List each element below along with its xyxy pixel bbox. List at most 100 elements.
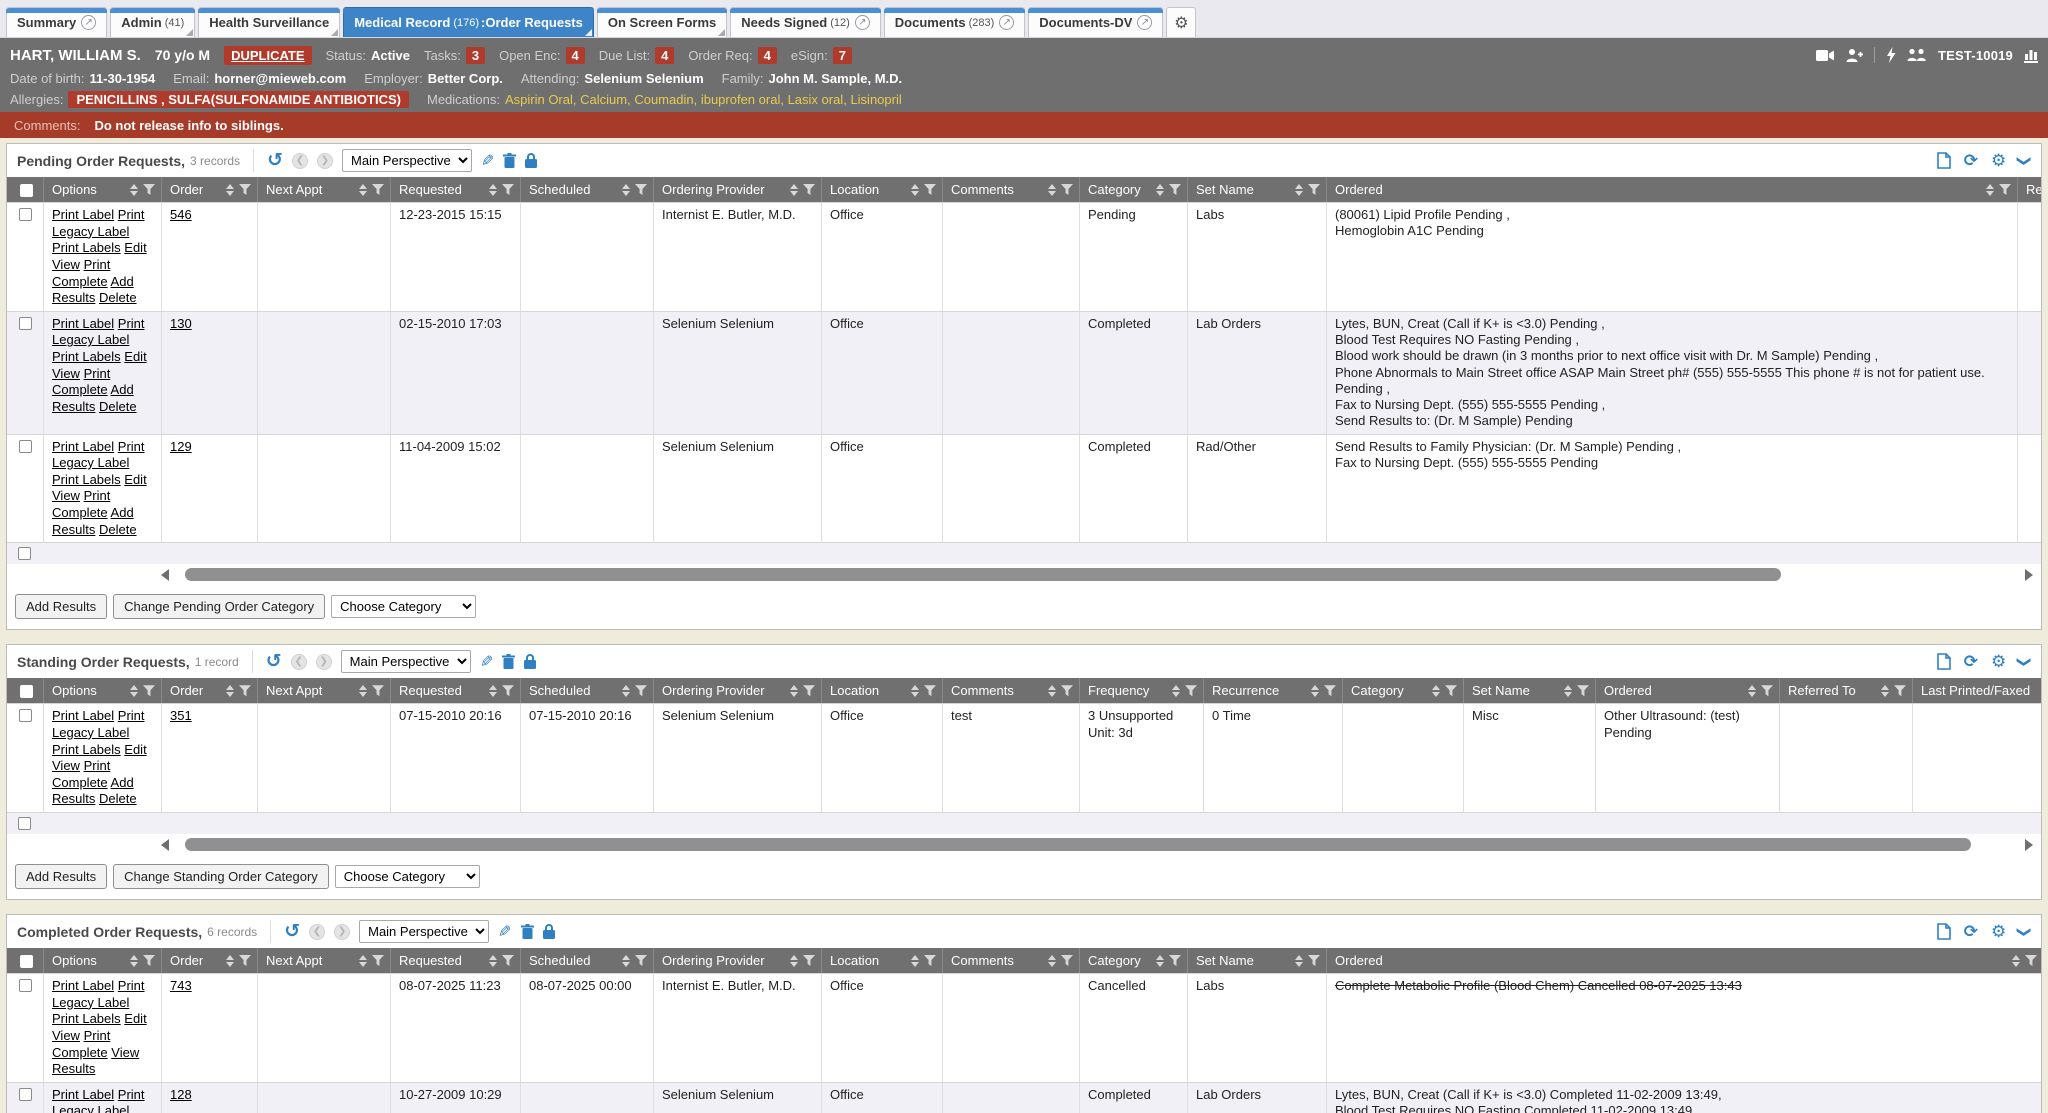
chart-icon[interactable] <box>2024 48 2038 63</box>
sort-icon[interactable] <box>1048 184 1056 196</box>
filter-icon[interactable] <box>143 184 155 195</box>
column-header-requested[interactable]: Requested <box>390 177 520 202</box>
sort-icon[interactable] <box>2012 955 2020 967</box>
standing-horizontal-scrollbar[interactable] <box>161 836 2033 853</box>
row-checkbox[interactable] <box>19 1088 32 1101</box>
column-header-category[interactable]: Category <box>1342 678 1463 703</box>
option-link[interactable]: Print Labels <box>52 742 121 757</box>
filter-icon[interactable] <box>1169 184 1181 195</box>
column-header-ordering-provider[interactable]: Ordering Provider <box>653 177 821 202</box>
filter-icon[interactable] <box>1061 685 1073 696</box>
option-link[interactable]: Complete <box>52 274 108 289</box>
option-link[interactable]: Print Label <box>52 316 114 331</box>
add-person-icon[interactable] <box>1846 48 1863 63</box>
sort-icon[interactable] <box>130 184 138 196</box>
row-checkbox[interactable] <box>19 208 32 221</box>
tab-documents-dv[interactable]: Documents-DV ↗ <box>1028 7 1163 37</box>
filter-icon[interactable] <box>1894 685 1906 696</box>
new-document-icon[interactable] <box>1937 923 1951 940</box>
column-header-set-name[interactable]: Set Name <box>1463 678 1595 703</box>
sort-icon[interactable] <box>911 184 919 196</box>
tab-documents[interactable]: Documents (283) ↗ <box>884 7 1025 37</box>
column-header-recurrence[interactable]: Recurrence <box>1203 678 1342 703</box>
column-header-referred-to[interactable]: Referred To <box>1779 678 1912 703</box>
filter-icon[interactable] <box>1169 955 1181 966</box>
sort-icon[interactable] <box>911 955 919 967</box>
filter-icon[interactable] <box>635 184 647 195</box>
filter-icon[interactable] <box>924 955 936 966</box>
option-link[interactable]: View <box>52 758 80 773</box>
settings-gear-icon[interactable]: ⚙ <box>1991 152 2006 169</box>
option-link[interactable]: Edit <box>124 472 146 487</box>
column-header-referred-to[interactable]: Refe <box>2017 177 2042 202</box>
tasks-count-badge[interactable]: 3 <box>466 47 485 64</box>
column-header-options[interactable]: Options <box>43 948 161 973</box>
filter-icon[interactable] <box>635 685 647 696</box>
filter-icon[interactable] <box>239 955 251 966</box>
perspective-select[interactable]: Main Perspective <box>359 920 489 943</box>
sort-icon[interactable] <box>1156 184 1164 196</box>
column-header-ordering-provider[interactable]: Ordering Provider <box>653 948 821 973</box>
sort-icon[interactable] <box>1048 955 1056 967</box>
add-results-button[interactable]: Add Results <box>15 864 107 889</box>
column-header-comments[interactable]: Comments <box>942 177 1079 202</box>
change-pending-category-button[interactable]: Change Pending Order Category <box>113 594 325 619</box>
tab-on-screen-forms[interactable]: On Screen Forms <box>597 7 727 37</box>
sort-icon[interactable] <box>359 685 367 697</box>
column-header-comments[interactable]: Comments <box>942 948 1079 973</box>
allergies-badge[interactable]: PENICILLINS , SULFA(SULFONAMIDE ANTIBIOT… <box>68 91 409 108</box>
row-checkbox[interactable] <box>19 709 32 722</box>
collapse-chevron-icon[interactable]: ❯ <box>2018 155 2032 167</box>
tab-admin[interactable]: Admin (41) <box>110 7 195 37</box>
choose-category-select[interactable]: Choose Category <box>335 865 480 888</box>
option-link[interactable]: Complete <box>52 505 108 520</box>
sort-icon[interactable] <box>622 685 630 697</box>
column-header-requested[interactable]: Requested <box>390 678 520 703</box>
tab-health-surveillance[interactable]: Health Surveillance <box>198 7 340 37</box>
undo-icon[interactable]: ↺ <box>266 652 282 671</box>
option-link[interactable]: Edit <box>124 742 146 757</box>
medication-link[interactable]: ibuprofen oral <box>701 92 781 107</box>
filter-icon[interactable] <box>803 184 815 195</box>
scroll-left-icon[interactable] <box>161 569 169 581</box>
perspective-select[interactable]: Main Perspective <box>341 650 471 673</box>
option-link[interactable]: Print <box>84 257 111 272</box>
sort-icon[interactable] <box>359 184 367 196</box>
tab-needs-signed[interactable]: Needs Signed (12) ↗ <box>730 7 881 37</box>
column-header-options[interactable]: Options <box>43 678 161 703</box>
collapse-chevron-icon[interactable]: ❯ <box>2018 926 2032 938</box>
sort-icon[interactable] <box>1432 685 1440 697</box>
sort-icon[interactable] <box>622 184 630 196</box>
filter-icon[interactable] <box>1185 685 1197 696</box>
scroll-right-icon[interactable] <box>2025 569 2033 581</box>
filter-icon[interactable] <box>924 685 936 696</box>
row-checkbox[interactable] <box>19 979 32 992</box>
sort-icon[interactable] <box>622 955 630 967</box>
refresh-icon[interactable]: ⟳ <box>1964 653 1978 670</box>
option-link[interactable]: Print Labels <box>52 349 121 364</box>
sort-icon[interactable] <box>226 955 234 967</box>
popout-icon[interactable]: ↗ <box>81 15 96 30</box>
sort-icon[interactable] <box>130 955 138 967</box>
add-results-button[interactable]: Add Results <box>15 594 107 619</box>
medication-link[interactable]: Coumadin <box>634 92 693 107</box>
option-link[interactable]: Print <box>84 758 111 773</box>
sort-icon[interactable] <box>1295 184 1303 196</box>
option-link[interactable]: View <box>52 257 80 272</box>
filter-icon[interactable] <box>1061 184 1073 195</box>
open-enc-count-badge[interactable]: 4 <box>566 47 585 64</box>
sort-icon[interactable] <box>790 685 798 697</box>
order-link[interactable]: 351 <box>170 708 192 723</box>
settings-gear-icon[interactable]: ⚙ <box>1991 653 2006 670</box>
option-link[interactable]: View <box>52 488 80 503</box>
undo-icon[interactable]: ↺ <box>284 922 300 941</box>
column-header-next-appt[interactable]: Next Appt <box>257 678 390 703</box>
option-link[interactable]: View <box>52 1028 80 1043</box>
filter-icon[interactable] <box>803 955 815 966</box>
option-link[interactable]: Print <box>84 488 111 503</box>
edit-perspective-icon[interactable]: ✎ <box>480 652 493 672</box>
filter-icon[interactable] <box>502 685 514 696</box>
sort-icon[interactable] <box>1295 955 1303 967</box>
medication-link[interactable]: Calcium <box>580 92 627 107</box>
people-icon[interactable] <box>1907 48 1927 62</box>
